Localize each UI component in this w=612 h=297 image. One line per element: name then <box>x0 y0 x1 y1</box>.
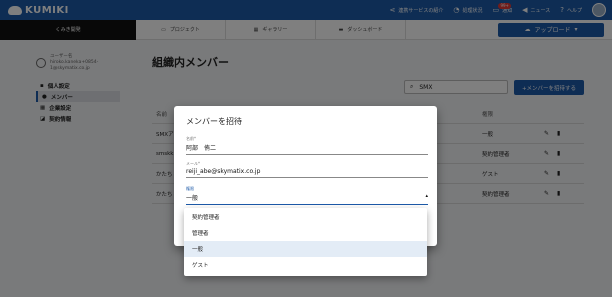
email-field-label: メール* <box>186 161 200 166</box>
role-option-admin[interactable]: 管理者 <box>184 225 427 241</box>
email-field-value[interactable]: reiji_abe@skymatix.co.jp <box>186 168 428 178</box>
role-option-guest[interactable]: ゲスト <box>184 257 427 273</box>
caret-up-icon: ▴ <box>425 193 428 199</box>
role-option-general[interactable]: 一般 <box>184 241 427 257</box>
role-select-value-row[interactable]: 一般 ▴ <box>186 193 428 205</box>
role-dropdown-menu: 契約管理者 管理者 一般 ゲスト <box>184 208 427 276</box>
role-select-value: 一般 <box>186 195 199 202</box>
name-field-value[interactable]: 阿部 侑二 <box>186 143 428 155</box>
email-field[interactable]: メール* reiji_abe@skymatix.co.jp <box>186 161 428 178</box>
role-select[interactable]: 権限 一般 ▴ <box>186 186 428 205</box>
role-field-label: 権限 <box>186 186 194 191</box>
dialog-title: メンバーを招待 <box>186 117 242 126</box>
role-option-contract-admin[interactable]: 契約管理者 <box>184 209 427 225</box>
name-field-label: 名前* <box>186 136 196 141</box>
name-field[interactable]: 名前* 阿部 侑二 <box>186 136 428 155</box>
